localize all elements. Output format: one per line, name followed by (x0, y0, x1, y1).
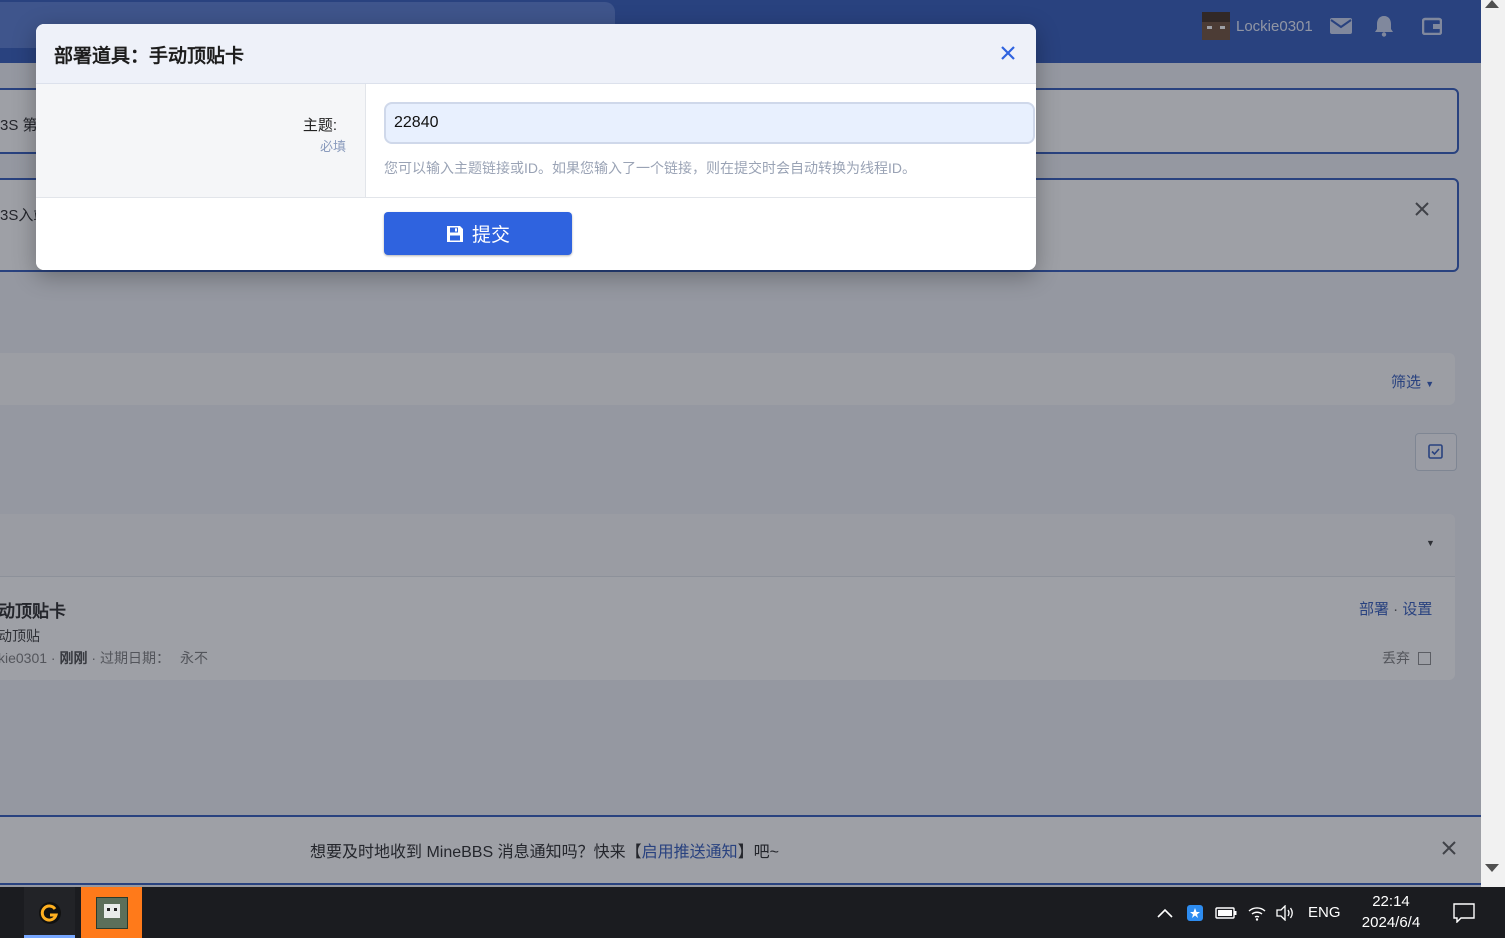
taskbar-app-game[interactable] (81, 887, 142, 938)
thread-input[interactable] (384, 102, 1035, 144)
clock-time: 22:14 (1372, 893, 1410, 910)
battery-icon[interactable] (1215, 887, 1237, 938)
notification-center-icon[interactable] (1453, 887, 1475, 938)
show-hidden-icons-icon[interactable] (1156, 887, 1174, 938)
save-icon (446, 225, 463, 242)
scroll-up-arrow-icon[interactable] (1485, 0, 1499, 8)
scrollbar[interactable] (1481, 0, 1505, 887)
wifi-icon[interactable] (1248, 887, 1266, 938)
clock-date: 2024/6/4 (1361, 914, 1421, 931)
thread-field-explain: 您可以输入主题链接或ID。如果您输入了一个链接，则在提交时会自动转换为线程ID。 (384, 160, 916, 176)
taskbar-app-browser[interactable] (24, 887, 75, 938)
volume-icon[interactable] (1275, 887, 1295, 938)
language-indicator[interactable]: ENG (1308, 887, 1341, 938)
thread-field-label: 主题: (302, 117, 337, 134)
required-hint: 必填 (319, 139, 346, 154)
scroll-down-arrow-icon[interactable] (1485, 864, 1499, 872)
game-app-icon (95, 896, 128, 929)
browser-app-icon (38, 901, 61, 924)
app-tray-icon[interactable] (1186, 887, 1204, 938)
dialog-title: 部署道具：手动顶贴卡 (54, 46, 245, 67)
submit-button[interactable]: 提交 (384, 212, 572, 255)
close-icon[interactable] (997, 42, 1019, 64)
submit-label: 提交 (471, 225, 510, 246)
dialog-header: 部署道具：手动顶贴卡 (36, 24, 1036, 84)
taskbar-clock[interactable]: 22:14 2024/6/4 (1358, 891, 1424, 933)
deploy-item-dialog: 部署道具：手动顶贴卡 主题: 必填 您可以输入主题链接或ID。如果您输入了一个链… (36, 24, 1036, 270)
